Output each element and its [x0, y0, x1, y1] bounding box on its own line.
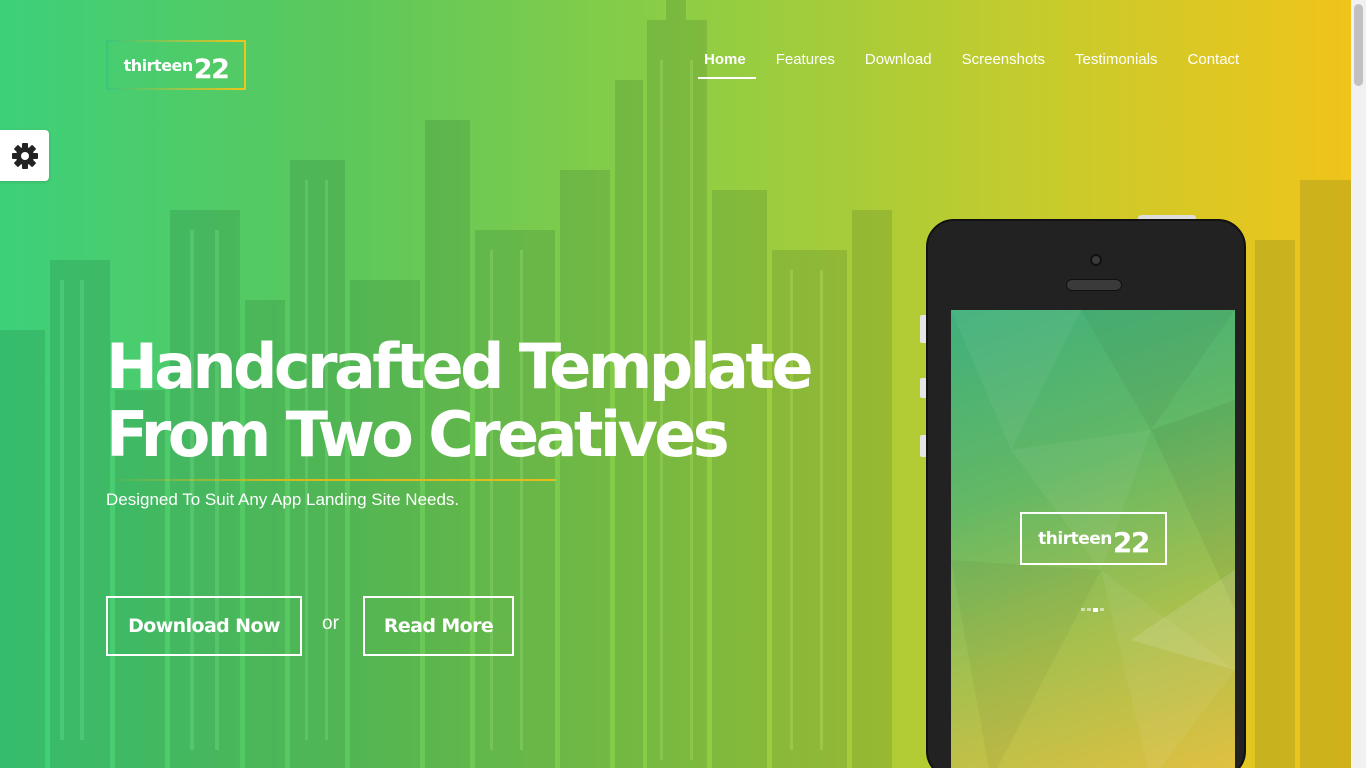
hero-headline: Handcrafted Template From Two Creatives [106, 330, 814, 471]
gear-icon [11, 142, 38, 169]
brand-number: 22 [193, 53, 230, 85]
hero-headline-line-1: Handcrafted Template [106, 330, 814, 403]
page-scrollbar[interactable] [1351, 0, 1366, 768]
nav-item-testimonials[interactable]: Testimonials [1075, 51, 1158, 79]
hero-subline: Designed To Suit Any App Landing Site Ne… [106, 490, 460, 509]
brand-logo[interactable]: thirteen 22 [106, 40, 246, 90]
phone-body: thirteen 22 [926, 219, 1246, 768]
loader-dot [1081, 608, 1085, 611]
hero-section: thirteen 22 Home Features Download Scree… [0, 0, 1351, 768]
brand-word: thirteen [123, 55, 194, 75]
loader-dot-active [1093, 608, 1098, 612]
hero-headline-line-2: From Two Creatives [106, 398, 730, 471]
screen-brand-word: thirteen [1038, 528, 1112, 549]
phone-speaker [1066, 279, 1122, 291]
main-nav: Home Features Download Screenshots Testi… [698, 51, 1240, 79]
loading-indicator [1081, 608, 1104, 612]
download-now-button[interactable]: Download Now [106, 596, 302, 656]
scrollbar-thumb[interactable] [1354, 4, 1363, 86]
screen-brand-logo: thirteen 22 [1020, 512, 1167, 565]
phone-mockup: thirteen 22 [920, 215, 1250, 768]
loader-dot [1087, 608, 1091, 611]
nav-item-features[interactable]: Features [776, 51, 835, 79]
nav-item-screenshots[interactable]: Screenshots [962, 51, 1045, 79]
settings-toggle-button[interactable] [0, 130, 49, 181]
nav-item-home[interactable]: Home [698, 51, 756, 79]
headline-underline [106, 479, 556, 481]
screen-brand-number: 22 [1112, 526, 1150, 559]
loader-dot [1100, 608, 1104, 611]
phone-camera [1090, 254, 1102, 266]
or-separator: or [322, 613, 339, 634]
phone-screen: thirteen 22 [951, 310, 1235, 768]
read-more-button[interactable]: Read More [363, 596, 514, 656]
nav-item-download[interactable]: Download [865, 51, 932, 79]
nav-item-contact[interactable]: Contact [1188, 51, 1240, 79]
